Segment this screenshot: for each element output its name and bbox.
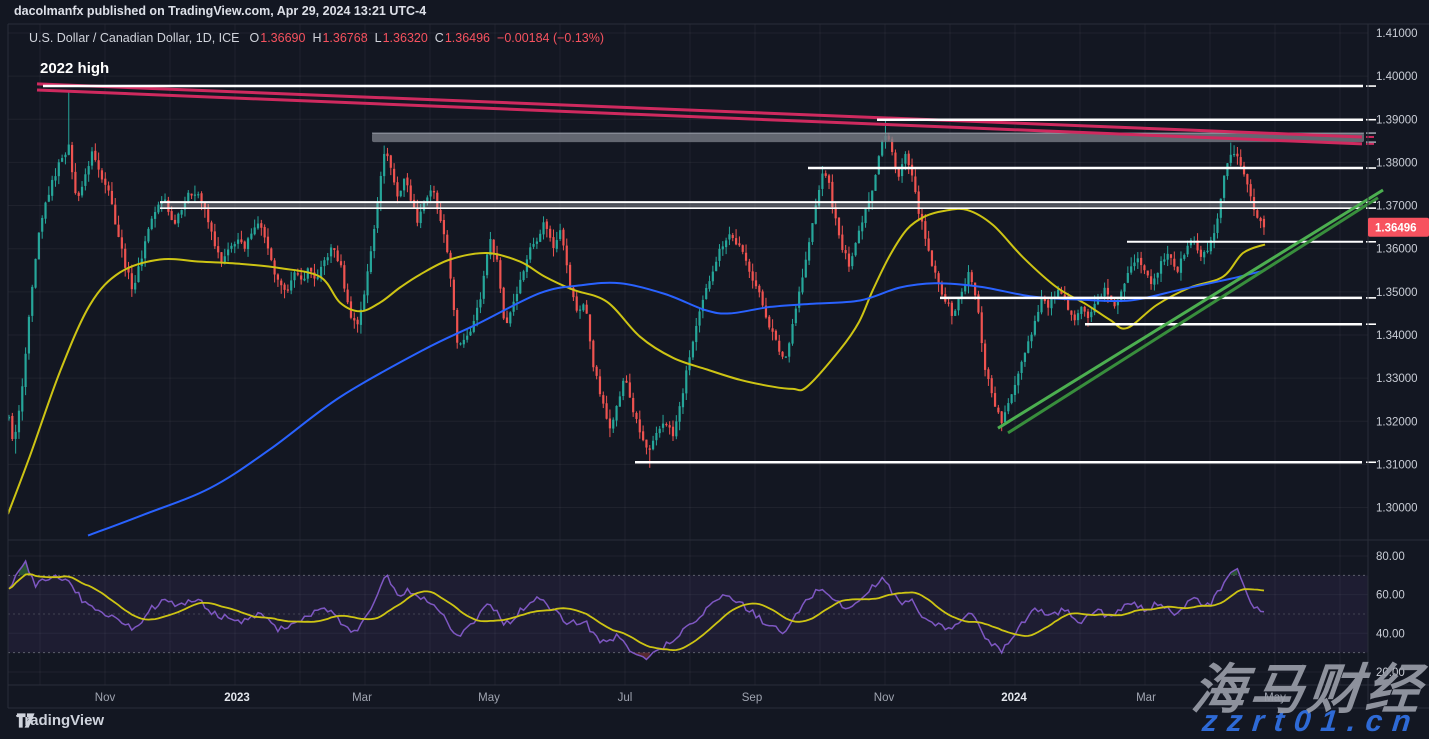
- svg-text:1.37000: 1.37000: [1376, 201, 1418, 213]
- symbol-title[interactable]: U.S. Dollar / Canadian Dollar, 1D, ICE: [29, 31, 240, 45]
- svg-text:1.30000: 1.30000: [1376, 503, 1418, 515]
- open-label: O: [250, 31, 260, 45]
- chart-canvas[interactable]: 1.41000 1.40000 1.39000 1.38000 1.37000 1.360…: [0, 0, 1429, 739]
- high-label: H: [312, 31, 321, 45]
- svg-text:Jul: Jul: [618, 692, 633, 704]
- annotation-2022-high: 2022 high: [40, 60, 109, 77]
- svg-text:80.00: 80.00: [1376, 551, 1405, 563]
- close-label: C: [435, 31, 444, 45]
- svg-text:1.36496: 1.36496: [1375, 222, 1417, 234]
- tradingview-published-chart: 1.41000 1.40000 1.39000 1.38000 1.37000 1.360…: [0, 0, 1429, 739]
- svg-text:Nov: Nov: [95, 692, 116, 704]
- svg-text:40.00: 40.00: [1376, 628, 1405, 640]
- symbol-legend: U.S. Dollar / Canadian Dollar, 1D, ICEO1…: [29, 31, 604, 45]
- svg-text:60.00: 60.00: [1376, 590, 1405, 602]
- svg-text:1.39000: 1.39000: [1376, 114, 1418, 126]
- svg-text:1.41000: 1.41000: [1376, 28, 1418, 40]
- svg-text:1.32000: 1.32000: [1376, 416, 1418, 428]
- svg-text:Sep: Sep: [742, 692, 762, 704]
- close-value: 1.36496: [445, 31, 490, 45]
- watermark-cn-text: 海马财经: [1189, 663, 1427, 717]
- svg-text:1.33000: 1.33000: [1376, 373, 1418, 385]
- svg-text:Mar: Mar: [352, 692, 372, 704]
- svg-text:Mar: Mar: [1136, 692, 1156, 704]
- tradingview-brand-link[interactable]: TradingView: [16, 712, 104, 729]
- low-label: L: [375, 31, 382, 45]
- tradingview-logo-icon: [16, 712, 36, 729]
- high-value: 1.36768: [322, 31, 367, 45]
- last-price-badge: 1.36496: [1368, 218, 1429, 237]
- watermark: 海马财经 zzrt01.cn: [1187, 663, 1427, 737]
- svg-text:1.38000: 1.38000: [1376, 157, 1418, 169]
- open-value: 1.36690: [260, 31, 305, 45]
- svg-text:1.34000: 1.34000: [1376, 330, 1418, 342]
- svg-text:May: May: [478, 692, 500, 704]
- attribution: dacolmanfx published on TradingView.com,…: [14, 4, 426, 18]
- change-value: −0.00184 (−0.13%): [497, 31, 604, 45]
- svg-text:2023: 2023: [224, 692, 250, 704]
- low-value: 1.36320: [383, 31, 428, 45]
- svg-text:Nov: Nov: [874, 692, 895, 704]
- svg-text:1.35000: 1.35000: [1376, 287, 1418, 299]
- svg-text:2024: 2024: [1001, 692, 1027, 704]
- svg-text:1.40000: 1.40000: [1376, 71, 1418, 83]
- svg-text:1.31000: 1.31000: [1376, 459, 1418, 471]
- svg-text:1.36000: 1.36000: [1376, 244, 1418, 256]
